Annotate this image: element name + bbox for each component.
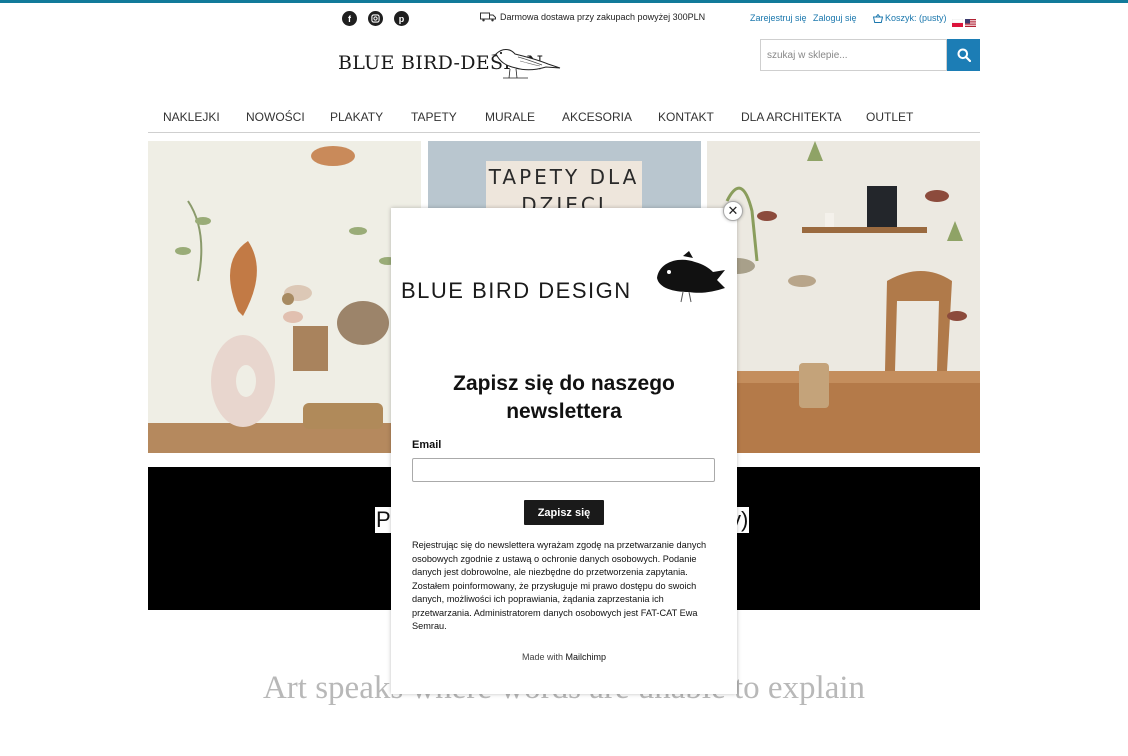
nav-item-tapety[interactable]: TAPETY <box>411 110 457 124</box>
nav-item-dla-architekta[interactable]: DLA ARCHITEKTA <box>741 110 841 124</box>
truck-icon <box>480 12 496 22</box>
email-field[interactable] <box>412 458 715 482</box>
nav-item-outlet[interactable]: OUTLET <box>866 110 913 124</box>
register-link[interactable]: Zarejestruj się <box>750 13 807 23</box>
mailchimp-brand: Mailchimp <box>565 652 607 662</box>
woodland-wallpaper-image[interactable] <box>148 141 421 453</box>
subscribe-button[interactable]: Zapisz się <box>524 500 604 525</box>
instagram-icon[interactable] <box>368 11 383 26</box>
flag-en-icon[interactable] <box>965 14 976 27</box>
search-input[interactable]: szukaj w sklepie... <box>760 39 947 71</box>
basket-icon <box>873 13 883 23</box>
main-navigation: NAKLEJKI NOWOŚCI PLAKATY TAPETY MURALE A… <box>148 104 980 133</box>
search-button[interactable] <box>947 39 980 71</box>
made-with-mailchimp[interactable]: Made with Mailchimp <box>391 652 737 662</box>
bird-logo-icon <box>491 49 561 79</box>
privacy-consent-text: Rejestrując się do newslettera wyrażam z… <box>412 540 707 631</box>
banner-text-left: P <box>375 507 392 533</box>
made-with-prefix: Made with <box>521 652 563 662</box>
dinosaur-wallpaper-image[interactable] <box>707 141 980 453</box>
nav-item-nowosci[interactable]: NOWOŚCI <box>246 110 305 124</box>
pinterest-icon[interactable]: p <box>394 11 409 26</box>
nav-item-kontakt[interactable]: KONTAKT <box>658 110 714 124</box>
nav-item-akcesoria[interactable]: AKCESORIA <box>562 110 632 124</box>
top-accent-bar <box>0 0 1128 3</box>
free-shipping-notice: Darmowa dostawa przy zakupach powyżej 30… <box>480 12 705 22</box>
modal-brand-logo: BLUE BIRD DESIGN <box>401 278 632 303</box>
modal-bird-icon <box>657 251 725 303</box>
search-icon <box>957 48 971 62</box>
flag-pl-icon[interactable] <box>951 14 964 27</box>
facebook-icon[interactable]: f <box>342 11 357 26</box>
cart-link[interactable]: Koszyk: (pusty) <box>873 13 947 23</box>
login-link[interactable]: Zaloguj się <box>813 13 857 23</box>
email-label: Email <box>412 439 442 451</box>
shipping-text: Darmowa dostawa przy zakupach powyżej 30… <box>500 12 706 22</box>
close-icon[interactable]: ✕ <box>723 201 743 221</box>
modal-title: Zapisz się do naszego newslettera <box>453 372 675 423</box>
newsletter-modal: BLUE BIRD DESIGN Zapisz się do naszego n… <box>391 208 737 694</box>
nav-item-plakaty[interactable]: PLAKATY <box>330 110 383 124</box>
nav-item-naklejki[interactable]: NAKLEJKI <box>163 110 220 124</box>
cart-label: Koszyk: (pusty) <box>885 13 947 23</box>
search-placeholder: szukaj w sklepie... <box>767 49 848 61</box>
nav-item-murale[interactable]: MURALE <box>485 110 535 124</box>
